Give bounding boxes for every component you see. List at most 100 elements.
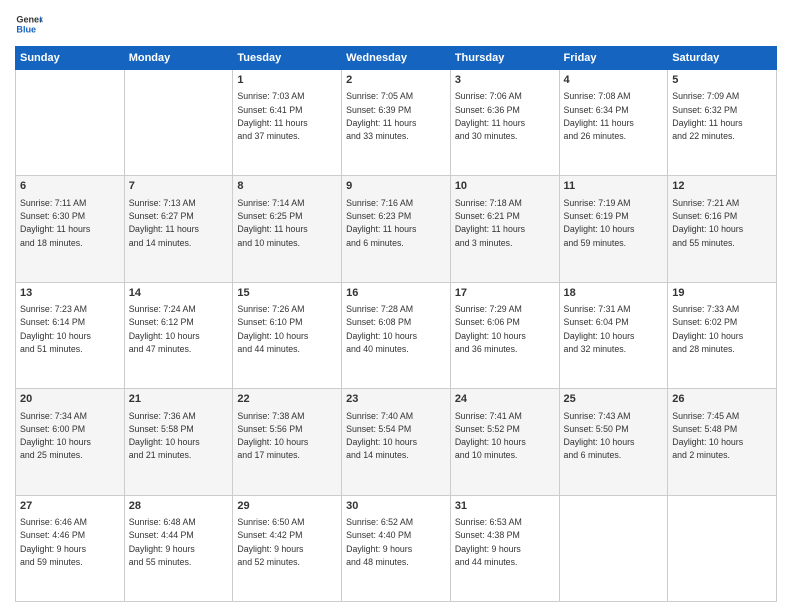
day-info: Sunrise: 7:29 AM Sunset: 6:06 PM Dayligh… [455, 304, 526, 354]
logo: General Blue [15, 10, 43, 38]
day-info: Sunrise: 7:06 AM Sunset: 6:36 PM Dayligh… [455, 91, 525, 141]
day-number: 9 [346, 179, 446, 194]
calendar-cell: 29 Sunrise: 6:50 AM Sunset: 4:42 PM Dayli… [233, 495, 342, 601]
day-number: 22 [237, 392, 337, 407]
day-number: 2 [346, 73, 446, 88]
calendar-body: 1Sunrise: 7:03 AM Sunset: 6:41 PM Daylig… [16, 70, 777, 602]
day-info: Sunrise: 7:31 AM Sunset: 6:04 PM Dayligh… [564, 304, 635, 354]
day-info: Sunrise: 7:36 AM Sunset: 5:58 PM Dayligh… [129, 411, 200, 461]
calendar-cell: 15 Sunrise: 7:26 AM Sunset: 6:10 PM Dayli… [233, 282, 342, 388]
calendar-cell: 25 Sunrise: 7:43 AM Sunset: 5:50 PM Dayli… [559, 389, 668, 495]
calendar-week-4: 20Sunrise: 7:34 AM Sunset: 6:00 PM Dayli… [16, 389, 777, 495]
day-number: 5 [672, 73, 772, 88]
calendar-week-1: 1Sunrise: 7:03 AM Sunset: 6:41 PM Daylig… [16, 70, 777, 176]
day-number: 26 [672, 392, 772, 407]
day-info: Sunrise: 7:08 AM Sunset: 6:34 PM Dayligh… [564, 91, 634, 141]
col-header-saturday: Saturday [668, 47, 777, 70]
day-number: 15 [237, 286, 337, 301]
calendar-cell: 24 Sunrise: 7:41 AM Sunset: 5:52 PM Dayli… [450, 389, 559, 495]
calendar-cell [559, 495, 668, 601]
day-info: Sunrise: 7:45 AM Sunset: 5:48 PM Dayligh… [672, 411, 743, 461]
calendar-cell: 13Sunrise: 7:23 AM Sunset: 6:14 PM Dayli… [16, 282, 125, 388]
calendar-cell: 19 Sunrise: 7:33 AM Sunset: 6:02 PM Dayli… [668, 282, 777, 388]
day-number: 27 [20, 499, 120, 514]
day-number: 4 [564, 73, 664, 88]
day-number: 18 [564, 286, 664, 301]
day-info: Sunrise: 7:09 AM Sunset: 6:32 PM Dayligh… [672, 91, 742, 141]
col-header-sunday: Sunday [16, 47, 125, 70]
day-info: Sunrise: 6:50 AM Sunset: 4:42 PM Dayligh… [237, 517, 304, 567]
day-info: Sunrise: 7:24 AM Sunset: 6:12 PM Dayligh… [129, 304, 200, 354]
calendar-week-3: 13Sunrise: 7:23 AM Sunset: 6:14 PM Dayli… [16, 282, 777, 388]
calendar-cell: 3 Sunrise: 7:06 AM Sunset: 6:36 PM Daylig… [450, 70, 559, 176]
calendar-cell: 26 Sunrise: 7:45 AM Sunset: 5:48 PM Dayli… [668, 389, 777, 495]
day-info: Sunrise: 7:28 AM Sunset: 6:08 PM Dayligh… [346, 304, 417, 354]
calendar-week-5: 27 Sunrise: 6:46 AM Sunset: 4:46 PM Dayli… [16, 495, 777, 601]
calendar-cell: 21 Sunrise: 7:36 AM Sunset: 5:58 PM Dayli… [124, 389, 233, 495]
col-header-tuesday: Tuesday [233, 47, 342, 70]
calendar-cell: 31Sunrise: 6:53 AM Sunset: 4:38 PM Dayli… [450, 495, 559, 601]
day-number: 10 [455, 179, 555, 194]
day-number: 21 [129, 392, 229, 407]
calendar-cell: 6 Sunrise: 7:11 AM Sunset: 6:30 PM Daylig… [16, 176, 125, 282]
calendar-cell: 2Sunrise: 7:05 AM Sunset: 6:39 PM Daylig… [342, 70, 451, 176]
day-number: 14 [129, 286, 229, 301]
calendar-cell: 22 Sunrise: 7:38 AM Sunset: 5:56 PM Dayli… [233, 389, 342, 495]
day-info: Sunrise: 7:26 AM Sunset: 6:10 PM Dayligh… [237, 304, 308, 354]
calendar-cell [124, 70, 233, 176]
page-header: General Blue [15, 10, 777, 38]
day-number: 29 [237, 499, 337, 514]
calendar-cell: 11Sunrise: 7:19 AM Sunset: 6:19 PM Dayli… [559, 176, 668, 282]
day-number: 11 [564, 179, 664, 194]
calendar-cell: 16 Sunrise: 7:28 AM Sunset: 6:08 PM Dayli… [342, 282, 451, 388]
calendar-week-2: 6 Sunrise: 7:11 AM Sunset: 6:30 PM Daylig… [16, 176, 777, 282]
day-number: 3 [455, 73, 555, 88]
calendar-cell: 30 Sunrise: 6:52 AM Sunset: 4:40 PM Dayli… [342, 495, 451, 601]
calendar-cell: 10 Sunrise: 7:18 AM Sunset: 6:21 PM Dayli… [450, 176, 559, 282]
calendar-cell: 14 Sunrise: 7:24 AM Sunset: 6:12 PM Dayli… [124, 282, 233, 388]
day-info: Sunrise: 7:11 AM Sunset: 6:30 PM Dayligh… [20, 198, 90, 248]
col-header-wednesday: Wednesday [342, 47, 451, 70]
col-header-friday: Friday [559, 47, 668, 70]
calendar-cell: 12 Sunrise: 7:21 AM Sunset: 6:16 PM Dayli… [668, 176, 777, 282]
calendar-cell [668, 495, 777, 601]
calendar-cell: 5 Sunrise: 7:09 AM Sunset: 6:32 PM Daylig… [668, 70, 777, 176]
day-number: 6 [20, 179, 120, 194]
day-number: 1 [237, 73, 337, 88]
day-number: 16 [346, 286, 446, 301]
day-info: Sunrise: 7:14 AM Sunset: 6:25 PM Dayligh… [237, 198, 307, 248]
svg-text:Blue: Blue [16, 24, 36, 34]
day-number: 12 [672, 179, 772, 194]
day-info: Sunrise: 7:40 AM Sunset: 5:54 PM Dayligh… [346, 411, 417, 461]
day-info: Sunrise: 7:18 AM Sunset: 6:21 PM Dayligh… [455, 198, 525, 248]
day-number: 25 [564, 392, 664, 407]
calendar-cell: 23 Sunrise: 7:40 AM Sunset: 5:54 PM Dayli… [342, 389, 451, 495]
day-info: Sunrise: 7:38 AM Sunset: 5:56 PM Dayligh… [237, 411, 308, 461]
day-number: 23 [346, 392, 446, 407]
day-number: 28 [129, 499, 229, 514]
calendar-cell: 28 Sunrise: 6:48 AM Sunset: 4:44 PM Dayli… [124, 495, 233, 601]
day-info: Sunrise: 7:41 AM Sunset: 5:52 PM Dayligh… [455, 411, 526, 461]
col-header-monday: Monday [124, 47, 233, 70]
day-info: Sunrise: 7:33 AM Sunset: 6:02 PM Dayligh… [672, 304, 743, 354]
day-number: 17 [455, 286, 555, 301]
calendar-cell: 7Sunrise: 7:13 AM Sunset: 6:27 PM Daylig… [124, 176, 233, 282]
day-info: Sunrise: 7:21 AM Sunset: 6:16 PM Dayligh… [672, 198, 743, 248]
day-info: Sunrise: 6:52 AM Sunset: 4:40 PM Dayligh… [346, 517, 413, 567]
day-number: 30 [346, 499, 446, 514]
day-info: Sunrise: 7:43 AM Sunset: 5:50 PM Dayligh… [564, 411, 635, 461]
day-info: Sunrise: 6:48 AM Sunset: 4:44 PM Dayligh… [129, 517, 196, 567]
day-info: Sunrise: 6:46 AM Sunset: 4:46 PM Dayligh… [20, 517, 87, 567]
calendar-cell: 9 Sunrise: 7:16 AM Sunset: 6:23 PM Daylig… [342, 176, 451, 282]
calendar-cell [16, 70, 125, 176]
calendar-cell: 20Sunrise: 7:34 AM Sunset: 6:00 PM Dayli… [16, 389, 125, 495]
calendar-cell: 8Sunrise: 7:14 AM Sunset: 6:25 PM Daylig… [233, 176, 342, 282]
day-info: Sunrise: 6:53 AM Sunset: 4:38 PM Dayligh… [455, 517, 522, 567]
calendar-cell: 27 Sunrise: 6:46 AM Sunset: 4:46 PM Dayli… [16, 495, 125, 601]
day-number: 24 [455, 392, 555, 407]
day-number: 7 [129, 179, 229, 194]
day-info: Sunrise: 7:16 AM Sunset: 6:23 PM Dayligh… [346, 198, 416, 248]
day-number: 19 [672, 286, 772, 301]
day-info: Sunrise: 7:23 AM Sunset: 6:14 PM Dayligh… [20, 304, 91, 354]
col-header-thursday: Thursday [450, 47, 559, 70]
